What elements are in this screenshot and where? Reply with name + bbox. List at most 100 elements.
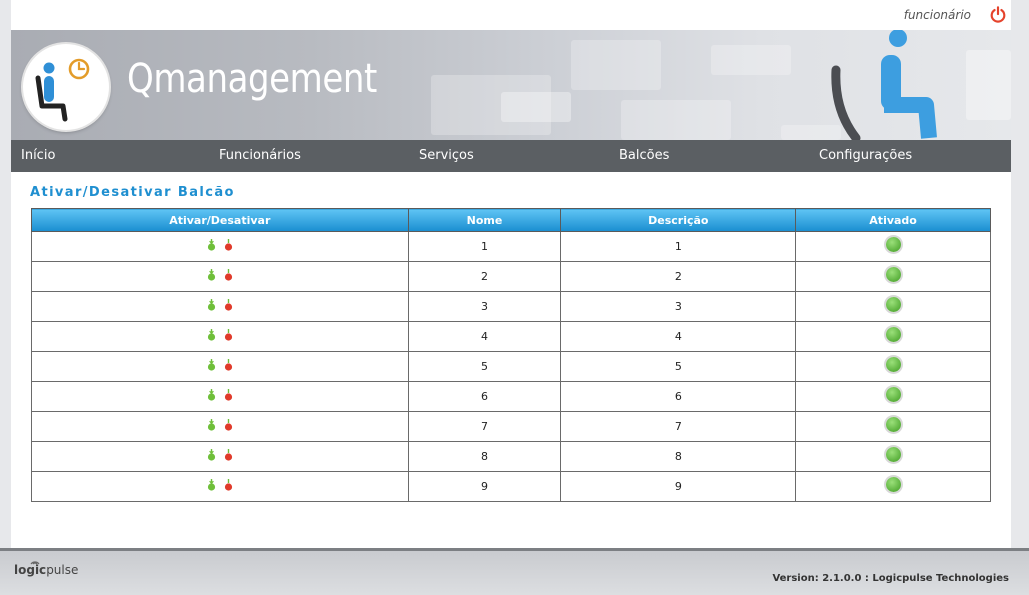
nav-item-funcionarios[interactable]: Funcionários <box>219 148 301 163</box>
table-row: 33 <box>31 291 991 322</box>
status-on-icon <box>885 237 901 252</box>
table-row: 55 <box>31 351 991 382</box>
cell-nome: 4 <box>407 321 562 352</box>
cell-ativado <box>795 261 991 292</box>
page-title: Ativar/Desativar Balcão <box>30 185 235 200</box>
cell-ativado <box>795 471 991 502</box>
cell-descricao: 7 <box>560 411 797 442</box>
cell-ativado <box>795 411 991 442</box>
top-bar: funcionário <box>11 0 1011 30</box>
seated-person-graphic <box>831 30 937 140</box>
cell-nome: 3 <box>407 291 562 322</box>
logo-text-logic: logic <box>14 563 47 577</box>
deactivate-icon[interactable] <box>224 299 233 311</box>
activate-icon[interactable] <box>207 329 216 341</box>
table-row: 11 <box>31 231 991 262</box>
table-row: 22 <box>31 261 991 292</box>
actions-cell <box>31 321 409 352</box>
activate-icon[interactable] <box>207 299 216 311</box>
deactivate-icon[interactable] <box>224 359 233 371</box>
cell-ativado <box>795 381 991 412</box>
app-logo <box>23 44 109 130</box>
footer: logicpulse Version: 2.1.0.0 : Logicpulse… <box>0 548 1029 595</box>
column-header-nome[interactable]: Nome <box>407 208 562 232</box>
deactivate-icon[interactable] <box>224 269 233 281</box>
deactivate-icon[interactable] <box>224 449 233 461</box>
actions-cell <box>31 471 409 502</box>
cell-nome: 1 <box>407 231 562 262</box>
activate-icon[interactable] <box>207 359 216 371</box>
pulse-signal-icon <box>30 561 40 565</box>
cell-ativado <box>795 321 991 352</box>
actions-cell <box>31 411 409 442</box>
status-on-icon <box>885 357 901 372</box>
balcoes-table: Ativar/Desativar Nome Descrição Ativado … <box>31 208 991 502</box>
activate-icon[interactable] <box>207 419 216 431</box>
cell-descricao: 8 <box>560 441 797 472</box>
status-on-icon <box>885 447 901 462</box>
cell-nome: 8 <box>407 441 562 472</box>
cell-ativado <box>795 441 991 472</box>
status-on-icon <box>885 387 901 402</box>
power-icon[interactable] <box>989 6 1007 24</box>
table-row: 44 <box>31 321 991 352</box>
cell-descricao: 9 <box>560 471 797 502</box>
cell-nome: 9 <box>407 471 562 502</box>
table-row: 66 <box>31 381 991 412</box>
status-on-icon <box>885 417 901 432</box>
cell-nome: 5 <box>407 351 562 382</box>
status-on-icon <box>885 477 901 492</box>
cell-ativado <box>795 351 991 382</box>
actions-cell <box>31 381 409 412</box>
cell-descricao: 2 <box>560 261 797 292</box>
app-title: Qmanagement <box>127 56 377 102</box>
deactivate-icon[interactable] <box>224 479 233 491</box>
cell-ativado <box>795 231 991 262</box>
column-header-ativado[interactable]: Ativado <box>795 208 991 232</box>
nav-item-inicio[interactable]: Início <box>21 148 55 163</box>
table-body: 112233445566778899 <box>31 231 991 502</box>
cell-descricao: 6 <box>560 381 797 412</box>
page-right-margin <box>1011 0 1029 548</box>
nav-item-configuracoes[interactable]: Configurações <box>819 148 912 163</box>
version-text: Version: 2.1.0.0 : Logicpulse Technologi… <box>772 573 1009 584</box>
deactivate-icon[interactable] <box>224 419 233 431</box>
actions-cell <box>31 441 409 472</box>
actions-cell <box>31 291 409 322</box>
activate-icon[interactable] <box>207 449 216 461</box>
nav-item-servicos[interactable]: Serviços <box>419 148 474 163</box>
cell-nome: 7 <box>407 411 562 442</box>
table-row: 77 <box>31 411 991 442</box>
status-on-icon <box>885 327 901 342</box>
logo-person-clock-icon <box>35 58 90 122</box>
actions-cell <box>31 261 409 292</box>
cell-descricao: 4 <box>560 321 797 352</box>
activate-icon[interactable] <box>207 479 216 491</box>
page-left-margin <box>0 0 11 548</box>
deactivate-icon[interactable] <box>224 329 233 341</box>
table-header-row: Ativar/Desativar Nome Descrição Ativado <box>31 208 991 232</box>
nav-item-balcoes[interactable]: Balcões <box>619 148 669 163</box>
cell-nome: 2 <box>407 261 562 292</box>
cell-ativado <box>795 291 991 322</box>
cell-descricao: 5 <box>560 351 797 382</box>
cell-descricao: 3 <box>560 291 797 322</box>
actions-cell <box>31 351 409 382</box>
actions-cell <box>31 231 409 262</box>
table-row: 88 <box>31 441 991 472</box>
column-header-descricao[interactable]: Descrição <box>560 208 797 232</box>
user-label[interactable]: funcionário <box>904 8 971 22</box>
main-nav: Início Funcionários Serviços Balcões Con… <box>11 140 1011 172</box>
activate-icon[interactable] <box>207 239 216 251</box>
deactivate-icon[interactable] <box>224 239 233 251</box>
status-on-icon <box>885 267 901 282</box>
deactivate-icon[interactable] <box>224 389 233 401</box>
logo-text-pulse: pulse <box>46 563 79 577</box>
logicpulse-logo: logicpulse <box>14 561 79 577</box>
activate-icon[interactable] <box>207 269 216 281</box>
cell-nome: 6 <box>407 381 562 412</box>
table-row: 99 <box>31 471 991 502</box>
column-header-ativar-desativar[interactable]: Ativar/Desativar <box>31 208 409 232</box>
cell-descricao: 1 <box>560 231 797 262</box>
activate-icon[interactable] <box>207 389 216 401</box>
